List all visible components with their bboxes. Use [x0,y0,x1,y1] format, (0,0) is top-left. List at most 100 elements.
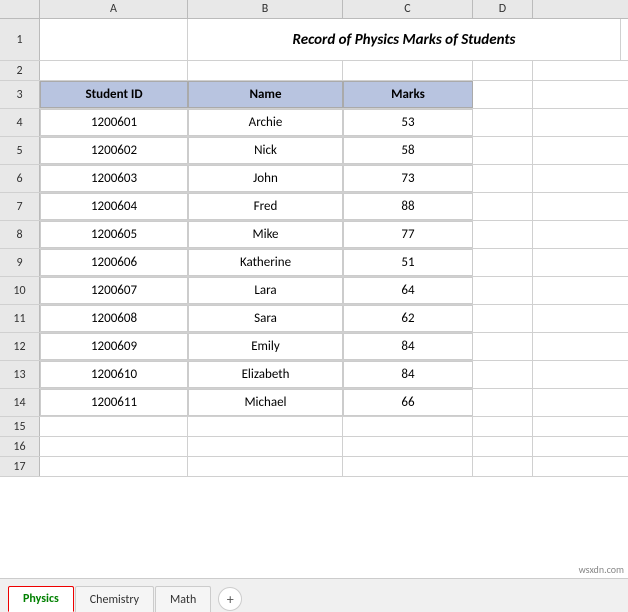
cell-marks-8[interactable]: 77 [343,221,473,248]
row-num-10: 10 [0,277,40,304]
cell-b17[interactable] [40,457,188,476]
col-header-row [0,0,40,18]
cell-marks-5[interactable]: 58 [343,137,473,164]
cell-e-10[interactable] [473,277,533,304]
cell-id-5[interactable]: 1200602 [40,137,188,164]
cell-name-4[interactable]: Archie [188,109,343,136]
cell-e-9[interactable] [473,249,533,276]
cell-id-9[interactable]: 1200606 [40,249,188,276]
row-11: 11 1200608 Sara 62 [0,305,628,333]
row-num-7: 7 [0,193,40,220]
column-headers: A B C D [0,0,628,19]
cell-id-8[interactable]: 1200605 [40,221,188,248]
cell-marks-10[interactable]: 64 [343,277,473,304]
spreadsheet: A B C D 1 Record of Physics Marks of Stu… [0,0,628,612]
cell-e15[interactable] [473,417,533,436]
cell-id-12[interactable]: 1200609 [40,333,188,360]
cell-d16[interactable] [343,437,473,456]
col-header-a: A [40,0,188,18]
cell-id-4[interactable]: 1200601 [40,109,188,136]
row-8: 8 1200605 Mike 77 [0,221,628,249]
row-15: 15 [0,417,628,437]
cell-name-9[interactable]: Katherine [188,249,343,276]
cell-id-14[interactable]: 1200611 [40,389,188,416]
cell-e-8[interactable] [473,221,533,248]
cell-e17[interactable] [473,457,533,476]
cell-marks-6[interactable]: 73 [343,165,473,192]
watermark: wsxdn.com [579,563,624,576]
row-num-4: 4 [0,109,40,136]
tab-chemistry[interactable]: Chemistry [75,586,154,612]
cell-e1[interactable] [621,19,628,60]
cell-marks-7[interactable]: 88 [343,193,473,220]
header-marks: Marks [343,81,473,108]
cell-c17[interactable] [188,457,343,476]
cell-marks-12[interactable]: 84 [343,333,473,360]
cell-marks-13[interactable]: 84 [343,361,473,388]
cell-name-6[interactable]: John [188,165,343,192]
cell-id-13[interactable]: 1200610 [40,361,188,388]
cell-e-4[interactable] [473,109,533,136]
add-tab-button[interactable]: + [218,587,242,611]
cell-e-5[interactable] [473,137,533,164]
cell-b15[interactable] [40,417,188,436]
tab-physics[interactable]: Physics [8,586,74,612]
cell-d17[interactable] [343,457,473,476]
cell-marks-9[interactable]: 51 [343,249,473,276]
row-2: 2 [0,61,628,81]
cell-e-11[interactable] [473,305,533,332]
cell-id-11[interactable]: 1200608 [40,305,188,332]
cell-id-7[interactable]: 1200604 [40,193,188,220]
row-14: 14 1200611 Michael 66 [0,389,628,417]
cell-name-8[interactable]: Mike [188,221,343,248]
cell-d15[interactable] [343,417,473,436]
cell-marks-14[interactable]: 66 [343,389,473,416]
cell-b16[interactable] [40,437,188,456]
cell-marks-11[interactable]: 62 [343,305,473,332]
row-num-11: 11 [0,305,40,332]
cell-name-5[interactable]: Nick [188,137,343,164]
cell-id-10[interactable]: 1200607 [40,277,188,304]
tab-bar: Physics Chemistry Math + [0,578,628,612]
row-12: 12 1200609 Emily 84 [0,333,628,361]
row-num-17: 17 [0,457,40,476]
cell-name-14[interactable]: Michael [188,389,343,416]
cell-name-11[interactable]: Sara [188,305,343,332]
data-rows: 4 1200601 Archie 53 5 1200602 Nick 58 6 … [0,109,628,417]
row-5: 5 1200602 Nick 58 [0,137,628,165]
cell-name-7[interactable]: Fred [188,193,343,220]
cell-marks-4[interactable]: 53 [343,109,473,136]
row-13: 13 1200610 Elizabeth 84 [0,361,628,389]
cell-c15[interactable] [188,417,343,436]
row-6: 6 1200603 John 73 [0,165,628,193]
col-header-b: B [188,0,343,18]
cell-e-14[interactable] [473,389,533,416]
cell-b2[interactable] [40,61,188,80]
row-num-1: 1 [0,19,40,60]
cell-name-12[interactable]: Emily [188,333,343,360]
row-num-8: 8 [0,221,40,248]
header-student-id: Student ID [40,81,188,108]
grid-wrapper: A B C D 1 Record of Physics Marks of Stu… [0,0,628,578]
cell-e-12[interactable] [473,333,533,360]
cell-e3[interactable] [473,81,533,108]
row-10: 10 1200607 Lara 64 [0,277,628,305]
tab-math[interactable]: Math [155,586,211,612]
row-num-9: 9 [0,249,40,276]
cell-b1[interactable] [40,19,188,60]
cell-d2[interactable] [343,61,473,80]
cell-e-6[interactable] [473,165,533,192]
cell-c16[interactable] [188,437,343,456]
cell-c2[interactable] [188,61,343,80]
cell-name-13[interactable]: Elizabeth [188,361,343,388]
row-4: 4 1200601 Archie 53 [0,109,628,137]
cell-e-7[interactable] [473,193,533,220]
row-num-3: 3 [0,81,40,108]
cell-e2[interactable] [473,61,533,80]
col-header-c: C [343,0,473,18]
cell-id-6[interactable]: 1200603 [40,165,188,192]
cell-e-13[interactable] [473,361,533,388]
row-num-6: 6 [0,165,40,192]
cell-name-10[interactable]: Lara [188,277,343,304]
cell-e16[interactable] [473,437,533,456]
